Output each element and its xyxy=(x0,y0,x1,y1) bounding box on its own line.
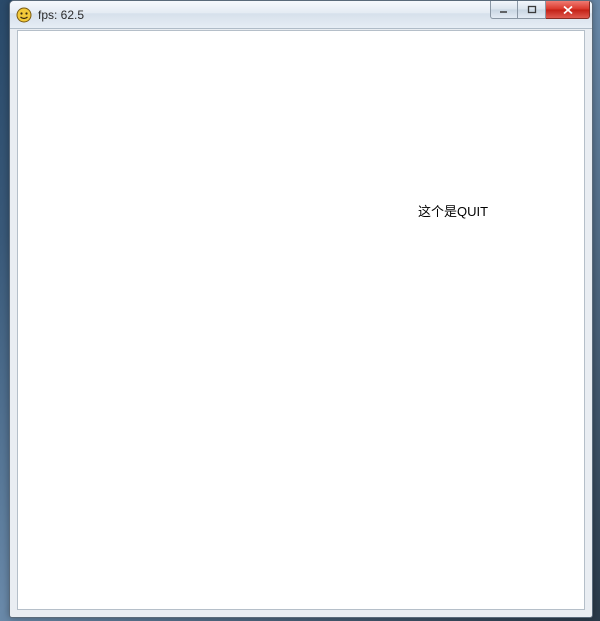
client-area: 这个是QUIT xyxy=(17,30,585,610)
minimize-button[interactable] xyxy=(490,1,518,19)
simulation-canvas xyxy=(18,31,318,181)
pygame-icon xyxy=(16,7,32,23)
annotation-label: 这个是QUIT xyxy=(418,201,488,220)
titlebar[interactable]: fps: 62.5 xyxy=(10,1,592,29)
close-button[interactable] xyxy=(546,1,590,19)
window-controls xyxy=(490,1,590,28)
maximize-button[interactable] xyxy=(518,1,546,19)
window-title: fps: 62.5 xyxy=(38,8,490,22)
app-window: fps: 62.5 这个是QUIT xyxy=(9,0,593,618)
